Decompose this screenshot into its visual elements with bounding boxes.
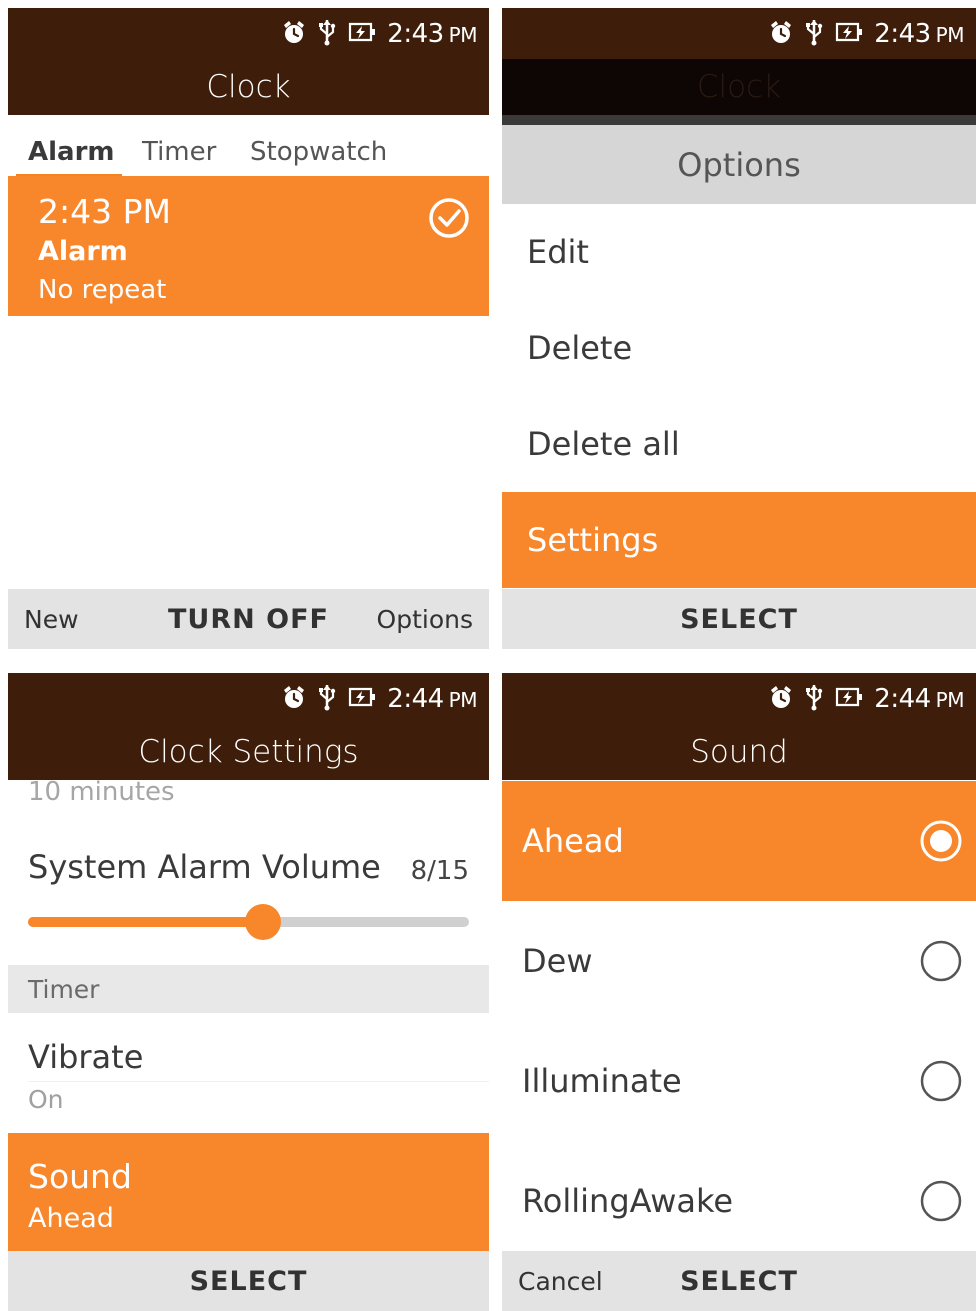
- app-title-dimmed: Clock: [502, 59, 976, 115]
- tab-alarm[interactable]: Alarm: [28, 137, 115, 167]
- alarm-time: 2:43 PM: [38, 192, 171, 231]
- menu-item-delete-all[interactable]: Delete all: [502, 396, 976, 492]
- sound-option-label: Ahead: [522, 822, 624, 860]
- softkey-bar: New TURN OFF Options: [8, 589, 489, 649]
- sound-option-label: Dew: [522, 942, 593, 980]
- sound-option-dew[interactable]: Dew: [502, 901, 976, 1021]
- alarm-repeat: No repeat: [38, 275, 167, 305]
- screen-sound-picker: 2:44 PM Sound Ahead Dew Illuminate Rollin…: [502, 673, 976, 1311]
- sound-option-rollingawake[interactable]: RollingAwake: [502, 1141, 976, 1261]
- status-time: 2:44 PM: [387, 683, 477, 714]
- status-bar: 2:43 PM: [8, 8, 489, 59]
- softkey-bar: SELECT: [502, 589, 976, 649]
- volume-slider-fill: [28, 917, 264, 927]
- volume-slider[interactable]: [28, 904, 469, 940]
- vibrate-value: On: [28, 1085, 64, 1114]
- status-time: 2:44 PM: [874, 683, 964, 714]
- battery-charging-icon: [347, 686, 377, 712]
- softkey-bar: SELECT: [8, 1251, 489, 1311]
- softkey-bar: Cancel SELECT: [502, 1251, 976, 1311]
- tab-timer[interactable]: Timer: [142, 137, 216, 167]
- usb-icon: [804, 683, 824, 715]
- status-bar: 2:44 PM: [502, 673, 976, 724]
- volume-value: 8/15: [410, 856, 469, 886]
- alarm-clock-icon: [281, 684, 307, 714]
- radio-unselected-icon[interactable]: [919, 939, 963, 983]
- menu-item-settings[interactable]: Settings: [502, 492, 976, 588]
- battery-charging-icon: [834, 686, 864, 712]
- alarm-clock-icon: [768, 684, 794, 714]
- menu-item-edit[interactable]: Edit: [502, 204, 976, 300]
- sound-option-ahead[interactable]: Ahead: [502, 781, 976, 901]
- section-header-timer: Timer: [8, 965, 489, 1013]
- softkey-select[interactable]: SELECT: [8, 1266, 489, 1297]
- page-title: Sound: [502, 724, 976, 780]
- options-header: Options: [502, 115, 976, 204]
- battery-charging-icon: [347, 21, 377, 47]
- sound-option-label: Illuminate: [522, 1062, 682, 1100]
- tab-stopwatch[interactable]: Stopwatch: [250, 137, 387, 167]
- sound-option-label: RollingAwake: [522, 1182, 734, 1220]
- status-time: 2:43 PM: [874, 18, 964, 49]
- radio-unselected-icon[interactable]: [919, 1179, 963, 1223]
- vibrate-label[interactable]: Vibrate: [28, 1038, 143, 1076]
- usb-icon: [317, 683, 337, 715]
- alarm-label: Alarm: [38, 236, 128, 267]
- app-title: Clock: [8, 59, 489, 115]
- alarm-clock-icon: [768, 19, 794, 49]
- softkey-options[interactable]: Options: [377, 605, 473, 634]
- alarm-enabled-check-icon[interactable]: [427, 196, 471, 240]
- volume-slider-thumb[interactable]: [245, 904, 282, 940]
- clipped-setting-value: 10 minutes: [28, 777, 175, 807]
- status-time: 2:43 PM: [387, 18, 477, 49]
- volume-label: System Alarm Volume: [28, 848, 381, 886]
- status-bar: 2:43 PM: [502, 8, 976, 59]
- usb-icon: [804, 18, 824, 50]
- divider: [28, 1081, 489, 1082]
- sound-setting-row[interactable]: Sound Ahead: [8, 1133, 489, 1253]
- sound-value: Ahead: [28, 1203, 114, 1234]
- alarm-clock-icon: [281, 19, 307, 49]
- screen-options-menu: 2:43 PM Clock Options Edit Delete Delete …: [502, 8, 976, 649]
- softkey-select[interactable]: SELECT: [502, 604, 976, 635]
- alarm-list-item[interactable]: 2:43 PM Alarm No repeat: [8, 176, 489, 316]
- battery-charging-icon: [834, 21, 864, 47]
- screen-clock-alarm: 2:43 PM Clock Alarm Timer Stopwatch 2:43 …: [8, 8, 489, 649]
- menu-item-delete[interactable]: Delete: [502, 300, 976, 396]
- tab-bar: Alarm Timer Stopwatch: [8, 115, 489, 177]
- radio-unselected-icon[interactable]: [919, 1059, 963, 1103]
- usb-icon: [317, 18, 337, 50]
- status-bar: 2:44 PM: [8, 673, 489, 724]
- sound-label: Sound: [28, 1157, 132, 1196]
- radio-selected-icon[interactable]: [919, 819, 963, 863]
- page-title: Clock Settings: [8, 724, 489, 780]
- sound-option-illuminate[interactable]: Illuminate: [502, 1021, 976, 1141]
- screen-clock-settings: 10 minutes 2:44 PM Clock Settings System…: [8, 673, 489, 1311]
- softkey-select[interactable]: SELECT: [502, 1266, 976, 1297]
